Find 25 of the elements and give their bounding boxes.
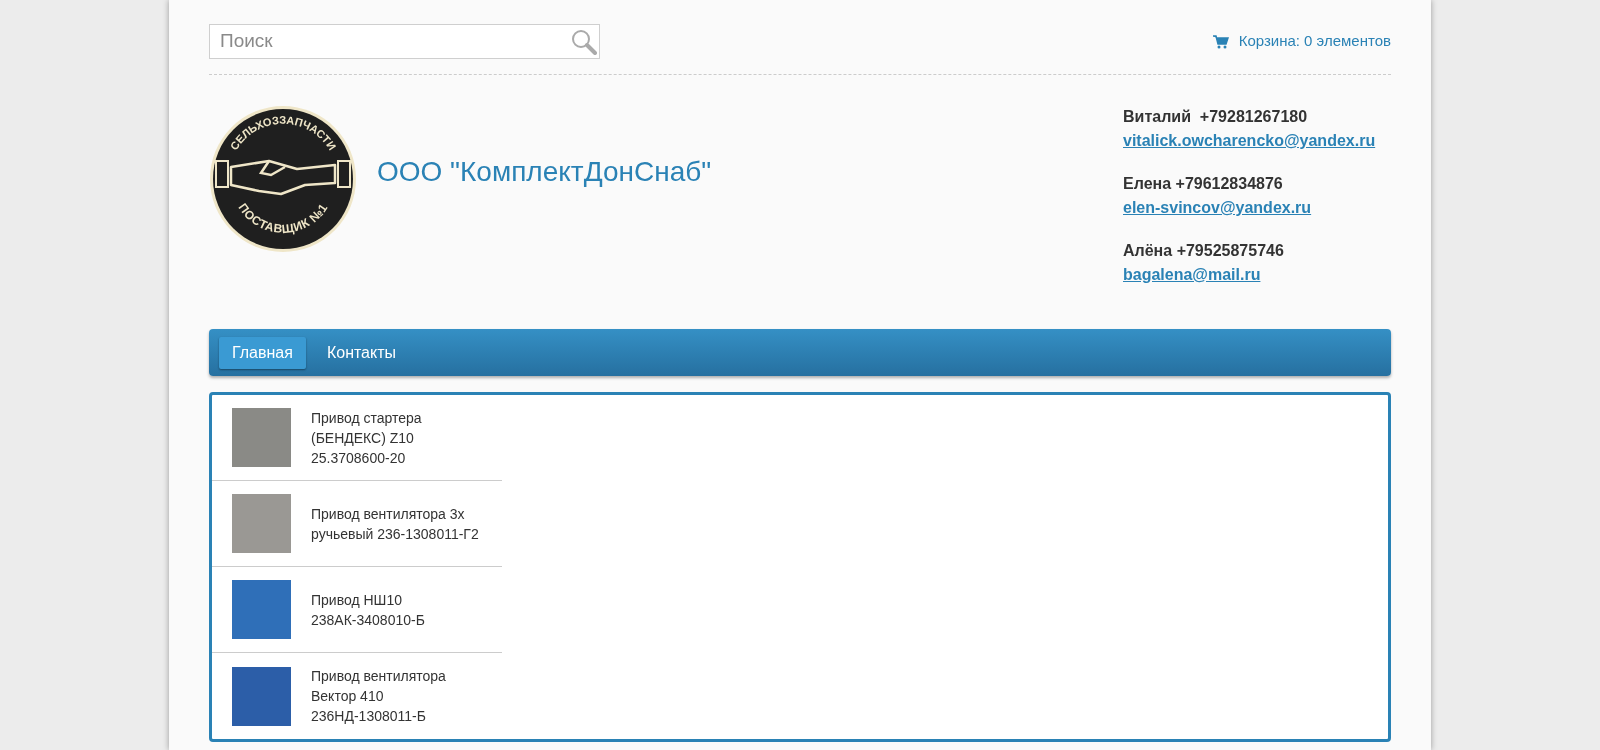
contact-name-phone: Елена +79612834876 [1123, 174, 1284, 194]
product-title[interactable]: Привод стартера (БЕНДЕКС) Z10 25.3708600-20 [311, 407, 492, 468]
photo-placeholder [232, 666, 291, 726]
product-title[interactable]: Привод НШ10 238АК-3408010-Б [311, 589, 492, 630]
email-link[interactable]: vitalick.owcharencko@yandex.ru [1123, 129, 1391, 153]
company-name: ООО "КомплектДонСнаб" [377, 155, 712, 189]
cart-link[interactable]: Корзина: 0 элементов [1212, 30, 1391, 53]
product-item[interactable]: Привод вентилятора 3х ручьевый 236-1308011-Г2 [212, 481, 502, 567]
product-item[interactable]: Привод вентилятора Вектор 410 236НД-1308011-Б [212, 653, 502, 739]
photo-placeholder [232, 494, 291, 553]
search-input[interactable]: Поиск [220, 27, 571, 56]
nav-tab[interactable]: Контакты [313, 336, 409, 369]
contact-name-phone: Алёна +79525875746 [1123, 241, 1285, 261]
search-field[interactable]: Поиск [209, 24, 600, 59]
search-icon[interactable] [571, 28, 597, 55]
contact-name-phone: Виталий +79281267180 [1123, 107, 1309, 127]
product-item[interactable]: Привод стартера (БЕНДЕКС) Z10 25.3708600-20 [212, 395, 502, 481]
email-link[interactable]: bagalena@mail.ru [1123, 263, 1391, 287]
product-title[interactable]: Привод вентилятора 3х ручьевый 236-1308011-Г2 [311, 503, 492, 544]
photo-placeholder [232, 580, 291, 639]
cart-icon [1212, 34, 1229, 49]
email-link[interactable]: elen-svincov@yandex.ru [1123, 196, 1391, 220]
product-item[interactable]: Привод НШ10 238АК-3408010-Б [212, 567, 502, 653]
photo-placeholder [232, 408, 291, 467]
product-title[interactable]: Привод вентилятора Вектор 410 236НД-1308011-Б [311, 666, 492, 726]
